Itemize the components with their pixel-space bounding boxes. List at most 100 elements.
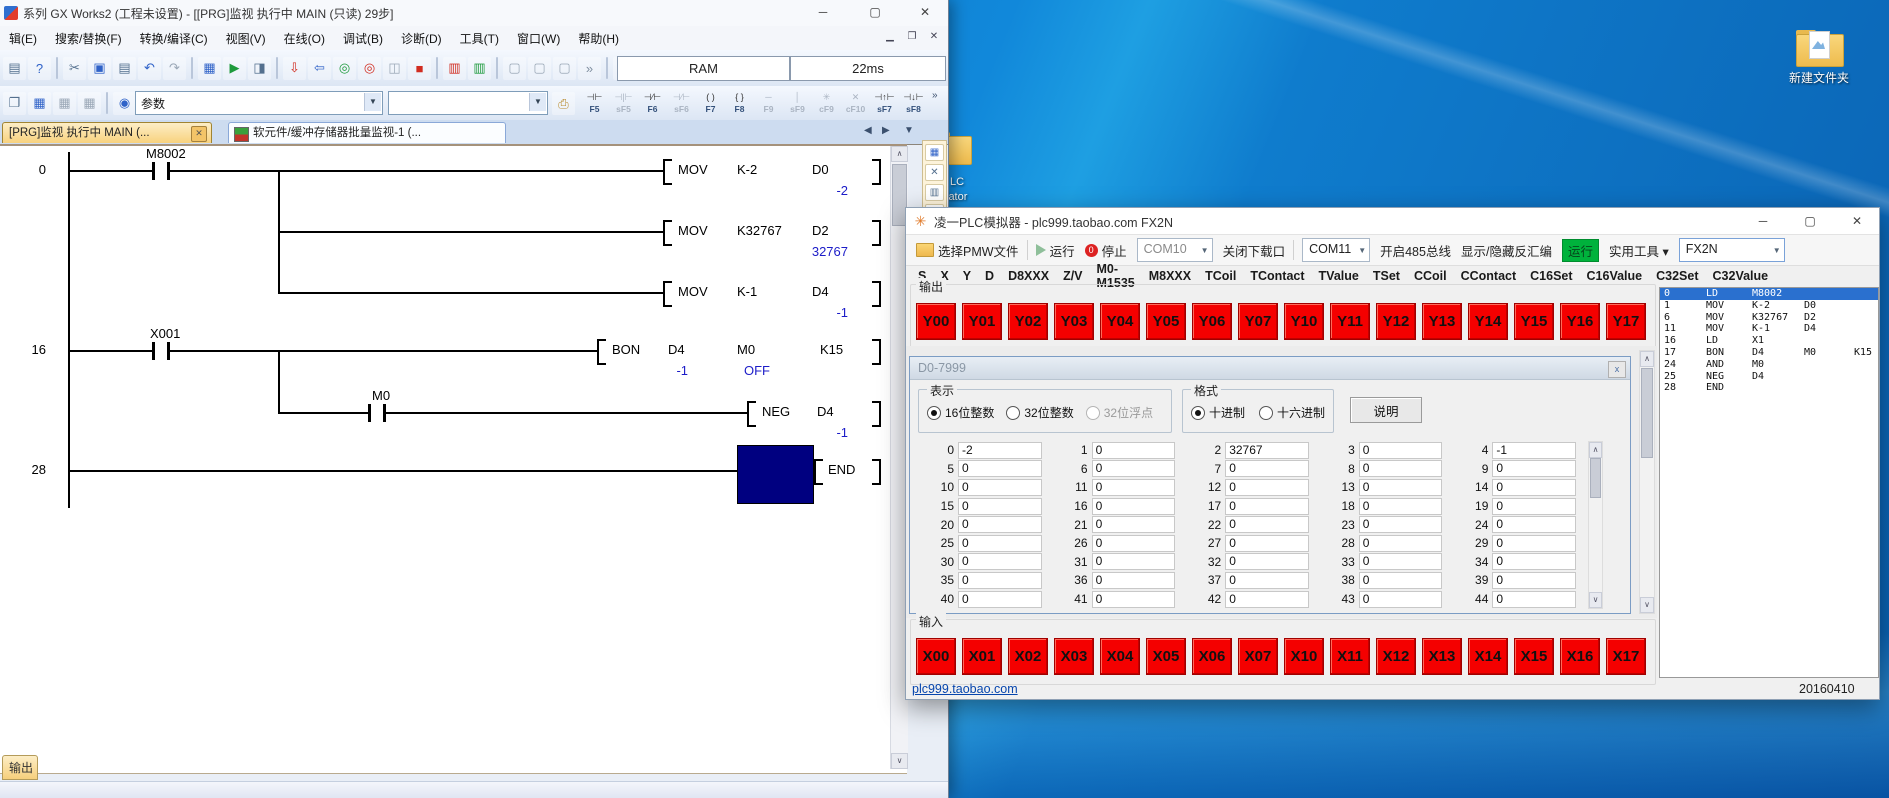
separator[interactable] <box>496 57 498 79</box>
d-register-value-input[interactable]: 0 <box>1225 553 1309 570</box>
separator[interactable] <box>56 57 58 79</box>
grid-scrollbar[interactable]: ∧ ∨ <box>1588 441 1603 609</box>
watch2-icon[interactable]: ▢ <box>528 57 551 80</box>
menu-item[interactable]: 辑(E) <box>0 30 46 47</box>
device-memory-icon[interactable]: ▦ <box>78 92 101 115</box>
device-type-item[interactable]: C32Set <box>1656 269 1698 283</box>
x-input-button[interactable]: X02 <box>1008 638 1048 675</box>
d-register-value-input[interactable]: 0 <box>958 479 1042 496</box>
listing-row[interactable]: 28 END <box>1660 382 1878 394</box>
mdi-restore-button[interactable]: ❐ <box>902 28 922 46</box>
separator[interactable] <box>276 57 278 79</box>
tab-close-icon[interactable]: ✕ <box>191 126 207 142</box>
menu-item[interactable]: 在线(O) <box>275 30 334 47</box>
tab-scroll-left-icon[interactable]: ◀ <box>864 125 872 136</box>
d-register-value-input[interactable]: -2 <box>958 442 1042 459</box>
listing-row[interactable]: 16 LD X1 <box>1660 335 1878 347</box>
overflow-chevron-icon[interactable]: » <box>578 57 601 80</box>
d-register-value-input[interactable]: 0 <box>1225 535 1309 552</box>
open-pmw-file-button[interactable]: 选择PMW文件 <box>916 241 1019 260</box>
tab-device-buffer-batch-monitor[interactable]: 软元件/缓冲存储器批量监视-1 (... <box>228 122 506 143</box>
stop-monitor-icon[interactable]: ■ <box>408 57 431 80</box>
device-type-item[interactable]: TCoil <box>1205 269 1236 283</box>
pause-monitor-icon[interactable]: ◫ <box>383 57 406 80</box>
fkey-button[interactable]: ⊣⊢F5 <box>580 93 609 114</box>
ladder-editor[interactable]: 0 16 28 M8002 X001 M0 MOV K-2 D0 -2 MOV … <box>0 144 907 774</box>
d-register-value-input[interactable]: 0 <box>1225 516 1309 533</box>
fkey-button[interactable]: ─F9 <box>754 93 783 114</box>
desktop-icon-new-folder[interactable]: 新建文件夹 <box>1786 30 1852 86</box>
y-output-button[interactable]: Y12 <box>1376 303 1416 340</box>
y-output-button[interactable]: Y03 <box>1054 303 1094 340</box>
x-input-button[interactable]: X17 <box>1606 638 1646 675</box>
device-type-item[interactable]: C16Set <box>1530 269 1572 283</box>
menu-item[interactable]: 转换/编译(C) <box>131 30 217 47</box>
device-type-item[interactable]: C32Value <box>1713 269 1769 283</box>
display-setting-icon[interactable]: ◉ <box>113 92 136 115</box>
help-button[interactable]: 说明 <box>1350 397 1422 423</box>
instruction-neg[interactable]: NEG <box>762 404 790 419</box>
listing-row[interactable]: 25 NEG D4 <box>1660 371 1878 383</box>
device-comment-icon[interactable]: ▦ <box>198 57 221 80</box>
device-type-item[interactable]: Y <box>963 269 971 283</box>
fkey-button[interactable]: ⊣|⊢sF5 <box>609 93 638 114</box>
d-register-value-input[interactable]: 0 <box>1492 516 1576 533</box>
d-register-value-input[interactable]: 0 <box>1225 479 1309 496</box>
scroll-down-icon[interactable]: ∨ <box>1589 592 1602 608</box>
d-register-value-input[interactable]: 0 <box>1359 535 1443 552</box>
menu-item[interactable]: 窗口(W) <box>508 30 569 47</box>
scroll-down-icon[interactable]: ∨ <box>891 753 908 769</box>
tab-scroll-right-icon[interactable]: ▶ <box>882 125 890 136</box>
fkey-button[interactable]: ✳cF9 <box>812 93 841 114</box>
d-register-value-input[interactable]: 0 <box>1092 479 1176 496</box>
d-register-value-input[interactable]: 0 <box>958 516 1042 533</box>
fkey-button[interactable]: ⊣↓⊢sF8 <box>899 93 928 114</box>
mdi-close-button[interactable]: ✕ <box>924 28 944 46</box>
tab-prg-monitor-main[interactable]: [PRG]监视 执行中 MAIN (... ✕ <box>2 122 212 143</box>
fkey-button[interactable]: ⊣∕⊢F6 <box>638 93 667 114</box>
listing-row[interactable]: 1 MOV K-2 D0 <box>1660 300 1878 312</box>
d-register-value-input[interactable]: 0 <box>1359 591 1443 608</box>
d-register-value-input[interactable]: 0 <box>1225 591 1309 608</box>
monitor-stop-icon[interactable]: ◎ <box>358 57 381 80</box>
x-input-button[interactable]: X05 <box>1146 638 1186 675</box>
scrollbar-thumb[interactable] <box>1641 368 1653 458</box>
d-register-value-input[interactable]: 0 <box>1359 516 1443 533</box>
scrollbar-thumb[interactable] <box>1590 458 1601 498</box>
menu-item[interactable]: 诊断(D) <box>392 30 451 47</box>
contact-m0[interactable] <box>368 404 386 422</box>
d-register-value-input[interactable]: 0 <box>1359 553 1443 570</box>
redo-icon[interactable]: ↷ <box>163 57 186 80</box>
d-register-value-input[interactable]: 0 <box>1092 498 1176 515</box>
device-type-item[interactable]: Z/V <box>1063 269 1082 283</box>
device-type-item[interactable]: D <box>985 269 994 283</box>
d-register-value-input[interactable]: 0 <box>1359 479 1443 496</box>
d-register-window-title[interactable]: D0-7999 <box>910 357 1630 380</box>
sim-minimize-button[interactable]: ─ <box>1746 209 1780 234</box>
child-close-icon[interactable]: x <box>1608 361 1626 378</box>
x-input-button[interactable]: X10 <box>1284 638 1324 675</box>
d-register-value-input[interactable]: 0 <box>1492 591 1576 608</box>
separator[interactable] <box>191 57 193 79</box>
x-input-button[interactable]: X01 <box>962 638 1002 675</box>
y-output-button[interactable]: Y11 <box>1330 303 1370 340</box>
d-register-value-input[interactable]: 0 <box>1492 460 1576 477</box>
paste-icon[interactable]: ▤ <box>113 57 136 80</box>
d-register-value-input[interactable]: 0 <box>958 460 1042 477</box>
device-type-item[interactable]: TValue <box>1319 269 1359 283</box>
device-type-item[interactable]: C16Value <box>1587 269 1643 283</box>
listing-row[interactable]: 17 BON D4 M0 K15 <box>1660 347 1878 359</box>
y-output-button[interactable]: Y05 <box>1146 303 1186 340</box>
run-button[interactable]: 运行 <box>1036 241 1075 260</box>
y-output-button[interactable]: Y00 <box>916 303 956 340</box>
device-comment2-icon[interactable]: ▦ <box>53 92 76 115</box>
y-output-button[interactable]: Y15 <box>1514 303 1554 340</box>
d-register-value-input[interactable]: 0 <box>1492 479 1576 496</box>
tab-list-icon[interactable]: ▼ <box>904 125 914 136</box>
parameter-combo[interactable]: 参数 ▼ <box>135 91 383 115</box>
d-register-value-input[interactable]: 0 <box>1492 572 1576 589</box>
selected-cell-cursor[interactable] <box>737 445 814 504</box>
instruction-mov[interactable]: MOV <box>678 162 708 177</box>
separator[interactable] <box>436 57 438 79</box>
d-register-value-input[interactable]: 0 <box>1225 572 1309 589</box>
